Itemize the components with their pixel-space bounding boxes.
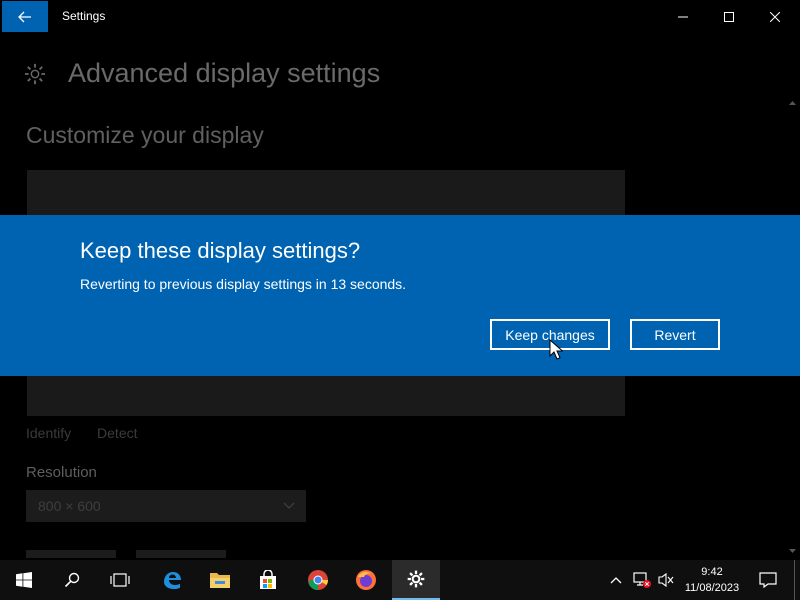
revert-button[interactable]: Revert — [630, 319, 720, 350]
scroll-down-icon[interactable] — [787, 546, 798, 556]
section-title: Customize your display — [26, 122, 264, 148]
maximize-icon — [724, 11, 734, 22]
page-title: Advanced display settings — [68, 58, 381, 88]
edge-icon — [164, 572, 181, 589]
maximize-button[interactable] — [706, 0, 752, 33]
network-tray-button[interactable] — [630, 560, 654, 600]
cancel-button[interactable] — [136, 550, 226, 558]
scroll-up-icon[interactable] — [787, 98, 798, 108]
detect-link[interactable]: Detect — [97, 425, 137, 441]
volume-tray-button[interactable] — [654, 560, 678, 600]
file-explorer-taskbar-button[interactable] — [196, 560, 244, 600]
chevron-up-icon — [610, 577, 622, 584]
start-icon — [16, 572, 32, 588]
clock-date: 11/08/2023 — [684, 582, 740, 594]
minimize-button[interactable] — [660, 0, 706, 33]
identify-link[interactable]: Identify — [26, 425, 71, 441]
close-icon — [770, 11, 780, 22]
apply-button[interactable] — [26, 550, 116, 558]
search-icon — [64, 572, 80, 588]
firefox-taskbar-button[interactable] — [342, 560, 390, 600]
chevron-down-icon — [283, 502, 295, 509]
display-links: Identify Detect — [26, 425, 160, 441]
notification-icon — [759, 572, 777, 588]
back-button[interactable] — [2, 1, 48, 32]
firefox-icon — [356, 570, 376, 590]
title-bar: Settings — [0, 0, 800, 33]
clock-time: 9:42 — [701, 566, 723, 578]
network-disconnected-icon — [633, 572, 651, 588]
resolution-value: 800 × 600 — [38, 498, 101, 514]
file-explorer-icon — [210, 573, 230, 588]
chrome-taskbar-button[interactable] — [294, 560, 342, 600]
keep-settings-dialog: Keep these display settings? Reverting t… — [0, 215, 800, 376]
taskbar: 9:42 11/08/2023 — [0, 560, 800, 600]
chrome-icon — [308, 570, 329, 591]
settings-taskbar-button[interactable] — [392, 560, 440, 600]
resolution-label: Resolution — [26, 464, 97, 481]
taskbar-clock[interactable]: 9:42 11/08/2023 — [680, 564, 744, 596]
store-icon — [260, 570, 276, 589]
close-button[interactable] — [752, 0, 798, 33]
dialog-message: Reverting to previous display settings i… — [80, 276, 407, 292]
volume-muted-icon — [658, 572, 674, 588]
settings-icon — [407, 570, 425, 588]
show-desktop-button[interactable] — [794, 560, 800, 600]
task-view-button[interactable] — [96, 560, 144, 600]
minimize-icon — [678, 16, 688, 17]
start-button[interactable] — [0, 560, 48, 600]
show-hidden-icons-button[interactable] — [606, 560, 626, 600]
action-center-button[interactable] — [752, 560, 784, 600]
gear-icon — [24, 63, 46, 84]
dialog-title: Keep these display settings? — [80, 238, 361, 263]
page-header: Advanced display settings — [24, 58, 380, 89]
resolution-dropdown[interactable]: 800 × 600 — [26, 490, 306, 522]
mouse-cursor-icon — [549, 339, 563, 360]
store-taskbar-button[interactable] — [244, 560, 292, 600]
search-button[interactable] — [48, 560, 96, 600]
task-view-icon — [110, 573, 130, 587]
edge-taskbar-button[interactable] — [148, 560, 196, 600]
window-title: Settings — [62, 9, 106, 23]
back-arrow-icon — [18, 11, 31, 22]
